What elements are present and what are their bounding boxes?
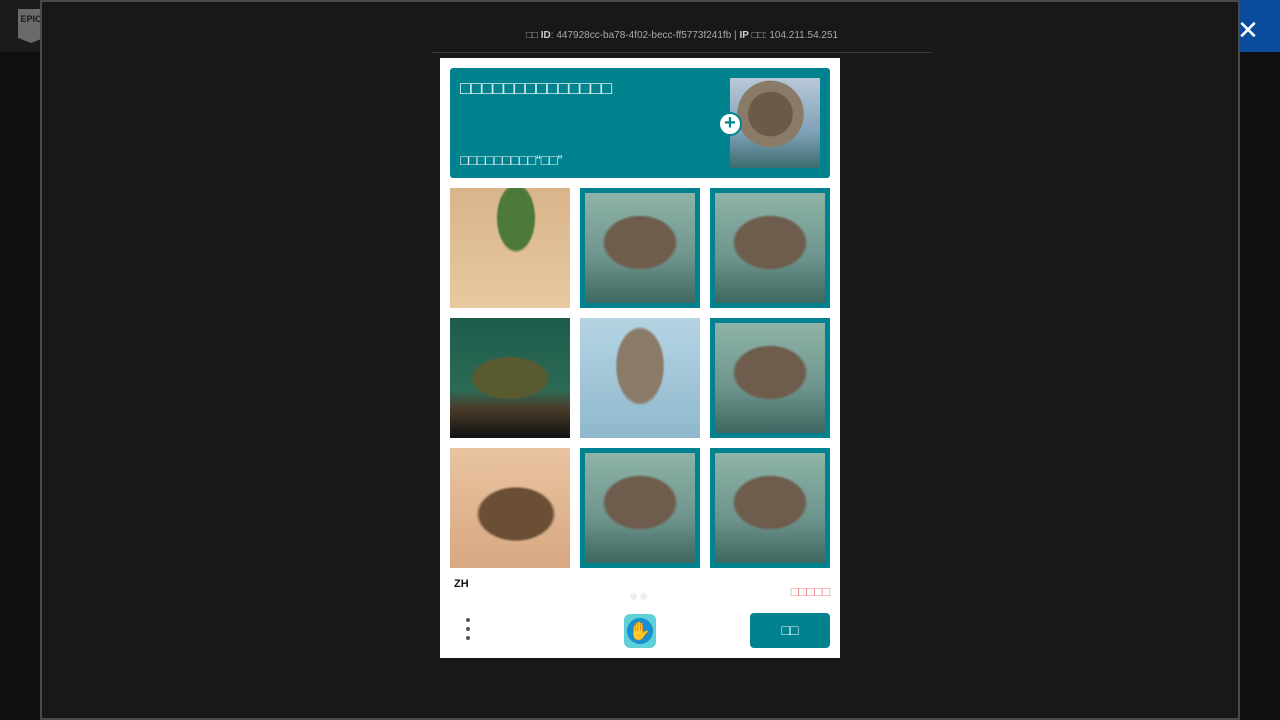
image-tile[interactable]	[450, 318, 570, 438]
verify-button[interactable]: □□	[750, 613, 830, 648]
image-tile[interactable]	[710, 448, 830, 568]
page-dot	[630, 593, 637, 600]
ip-label: IP	[739, 30, 749, 41]
report-link[interactable]: □□□□□	[791, 584, 830, 599]
tile-image	[450, 188, 570, 308]
captcha-card: □□□□□□□□□□□□□□ □□□□□□□□□“□□” + ZH □□□□□ …	[440, 58, 840, 658]
prompt-subtitle: □□□□□□□□□“□□”	[460, 152, 563, 168]
session-meta: □□ ID: 447928cc-ba78-4f02-becc-ff5773f24…	[432, 30, 932, 41]
prompt-title: □□□□□□□□□□□□□□	[460, 78, 613, 98]
tile-image	[715, 193, 825, 303]
plus-icon[interactable]: +	[718, 112, 742, 136]
prompt-box: □□□□□□□□□□□□□□ □□□□□□□□□“□□” +	[450, 68, 830, 178]
tile-image	[715, 453, 825, 563]
image-tile[interactable]	[580, 188, 700, 308]
tile-image	[580, 318, 700, 438]
divider	[432, 52, 932, 53]
image-tile[interactable]	[580, 318, 700, 438]
image-tile[interactable]	[580, 448, 700, 568]
image-tile[interactable]	[710, 188, 830, 308]
language-selector[interactable]: ZH	[454, 578, 469, 590]
id-label: ID	[540, 30, 551, 41]
page-dot	[640, 593, 647, 600]
example-image	[730, 78, 820, 168]
hcaptcha-hand-icon: ✋	[624, 614, 656, 648]
tile-image	[585, 453, 695, 563]
page-dots	[630, 587, 650, 605]
tile-image	[715, 323, 825, 433]
image-tile[interactable]	[450, 448, 570, 568]
tile-image	[585, 193, 695, 303]
id-prefix: □□	[525, 30, 538, 41]
ip-value: : 104.211.54.251	[763, 30, 839, 41]
tile-image	[450, 448, 570, 568]
close-icon[interactable]: ✕	[1234, 16, 1262, 44]
more-menu-icon[interactable]	[462, 618, 474, 646]
ip-prefix: □□	[751, 30, 764, 41]
image-tile[interactable]	[450, 188, 570, 308]
image-tile[interactable]	[710, 318, 830, 438]
tile-image	[450, 318, 570, 438]
id-value: : 447928cc-ba78-4f02-becc-ff5773f241fb |	[550, 30, 737, 41]
